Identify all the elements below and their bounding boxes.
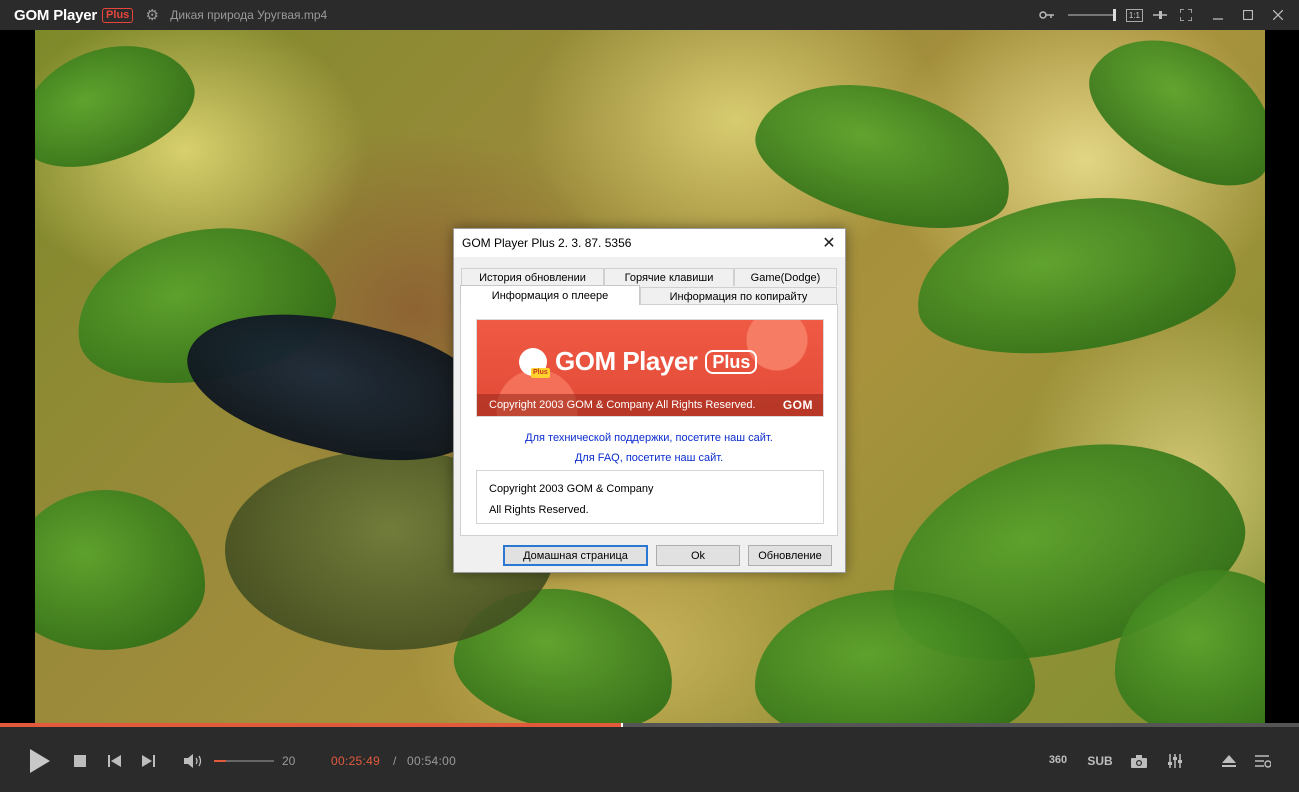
title-bar[interactable]: GOM Player Plus ⚙ Дикая природа Уругвая.… — [0, 0, 1299, 30]
tab-hotkeys[interactable]: Горячие клавиши — [604, 268, 734, 286]
opacity-slider-thumb[interactable] — [1112, 9, 1116, 21]
play-icon[interactable] — [26, 747, 54, 775]
banner-logo: Plus GOM Player Plus — [519, 346, 758, 378]
gom-banner: Plus GOM Player Plus Copyright 2003 GOM … — [476, 319, 824, 417]
equalizer-icon[interactable] — [1166, 753, 1184, 769]
video-leaf — [35, 30, 209, 188]
volume-slider-fill — [214, 760, 226, 762]
fullscreen-icon[interactable] — [1175, 4, 1197, 26]
home-page-button[interactable]: Домашная страница — [503, 545, 648, 566]
banner-name: GOM Player — [555, 346, 698, 376]
logo-plus-badge: Plus — [102, 7, 134, 23]
gear-icon[interactable]: ⚙ — [144, 7, 160, 24]
banner-plus: Plus — [705, 349, 758, 374]
video-leaf — [742, 58, 1028, 252]
file-name: Дикая природа Уругвая.mp4 — [170, 8, 328, 22]
volume-value: 20 — [282, 754, 296, 768]
title-bar-controls: 1:1 — [1036, 0, 1299, 30]
video-leaf — [1068, 30, 1265, 212]
update-button[interactable]: Обновление — [748, 545, 832, 566]
dialog-title-bar[interactable]: GOM Player Plus 2. 3. 87. 5356 ✕ — [454, 229, 845, 257]
copyright-box: Copyright 2003 GOM & Company All Rights … — [476, 470, 824, 524]
total-time[interactable]: 00:54:00 — [407, 754, 456, 768]
stop-icon[interactable] — [72, 754, 88, 768]
opacity-slider-track — [1067, 14, 1116, 16]
app-logo[interactable]: GOM Player Plus — [14, 0, 134, 30]
tab-copyright-info[interactable]: Информация по копирайту — [640, 287, 837, 305]
time-separator: / — [393, 754, 397, 768]
vr-360-label: 360 — [1048, 754, 1068, 766]
volume-slider[interactable] — [214, 760, 274, 762]
tab-game-dodge[interactable]: Game(Dodge) — [734, 268, 837, 286]
ratio-button[interactable]: 1:1 — [1125, 8, 1143, 22]
gom-player-window: GOM Player Plus ⚙ Дикая природа Уругвая.… — [0, 0, 1299, 792]
control-bar: 20 00:25:49 / 00:54:00 360 SUB — [0, 727, 1299, 792]
playlist-icon[interactable] — [1254, 753, 1272, 769]
maximize-icon[interactable] — [1237, 4, 1259, 26]
gom-logo-icon: Plus — [519, 347, 550, 378]
close-icon[interactable]: ✕ — [819, 233, 839, 253]
about-dialog: GOM Player Plus 2. 3. 87. 5356 ✕ История… — [453, 228, 846, 573]
subtitle-button[interactable]: SUB — [1086, 753, 1114, 769]
next-icon[interactable] — [140, 754, 156, 768]
opacity-slider[interactable] — [1067, 8, 1116, 22]
pin-icon[interactable] — [1149, 4, 1171, 26]
banner-copyright: Copyright 2003 GOM & Company All Rights … — [489, 399, 756, 411]
support-link[interactable]: Для технической поддержки, посетите наш … — [461, 432, 837, 444]
logo-text: GOM Player — [14, 6, 98, 24]
banner-icon-tag: Plus — [531, 367, 550, 378]
close-icon[interactable] — [1267, 4, 1289, 26]
current-time[interactable]: 00:25:49 — [331, 754, 380, 768]
ok-button[interactable]: Ok — [656, 545, 740, 566]
eject-icon[interactable] — [1220, 753, 1238, 769]
camera-icon[interactable] — [1130, 753, 1148, 769]
dialog-title: GOM Player Plus 2. 3. 87. 5356 — [462, 236, 632, 250]
minimize-icon[interactable] — [1207, 4, 1229, 26]
vr-360-button[interactable]: 360 — [1045, 751, 1071, 769]
speaker-icon[interactable] — [183, 753, 205, 769]
prev-icon[interactable] — [106, 754, 122, 768]
faq-link[interactable]: Для FAQ, посетите наш сайт. — [461, 452, 837, 464]
key-icon[interactable] — [1036, 4, 1058, 26]
tab-player-info[interactable]: Информация о плеере — [460, 285, 640, 305]
video-leaf — [35, 490, 205, 650]
banner-gom-mark: GOM — [782, 398, 813, 412]
tab-panel: Plus GOM Player Plus Copyright 2003 GOM … — [460, 304, 838, 536]
tab-update-history[interactable]: История обновлении — [461, 268, 604, 286]
banner-footer: Copyright 2003 GOM & Company All Rights … — [477, 394, 823, 416]
subtitle-label: SUB — [1087, 754, 1113, 768]
copyright-line-2: All Rights Reserved. — [489, 504, 589, 516]
copyright-line-1: Copyright 2003 GOM & Company — [489, 483, 654, 495]
